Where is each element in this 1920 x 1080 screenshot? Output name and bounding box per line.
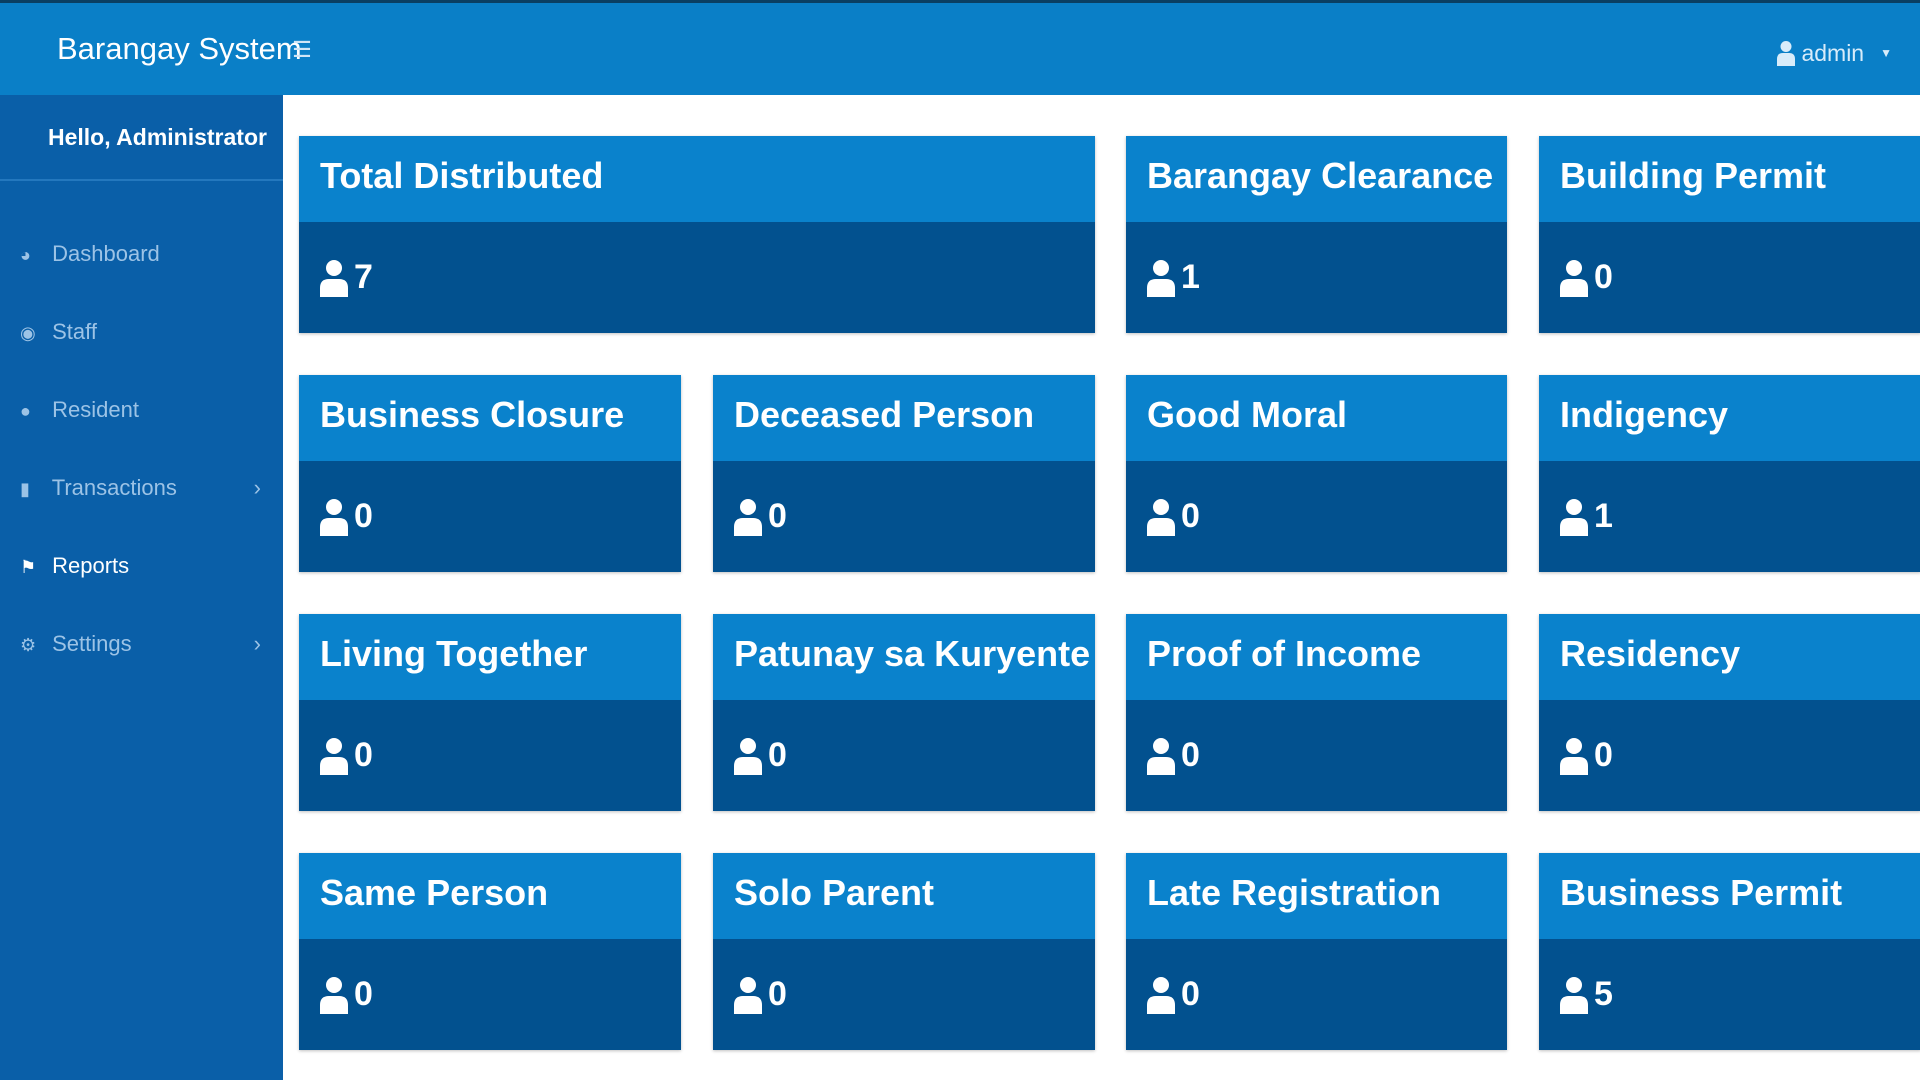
stat-card-barangay-clearance[interactable]: Barangay Clearance 1 — [1126, 136, 1507, 333]
stat-card-good-moral[interactable]: Good Moral 0 — [1126, 375, 1507, 572]
user-icon — [1560, 737, 1588, 775]
chevron-right-icon: › — [253, 631, 261, 656]
card-title: Deceased Person — [713, 375, 1095, 461]
user-icon — [320, 259, 348, 297]
stat-card-total-distributed[interactable]: Total Distributed 7 — [299, 136, 1095, 333]
card-title: Late Registration — [1126, 853, 1507, 939]
sidebar-item-label: Staff — [52, 319, 97, 344]
user-menu-dropdown[interactable]: admin ▼ — [1777, 37, 1892, 69]
card-count: 0 — [1181, 975, 1200, 1013]
dashboard-icon: ◕ — [20, 245, 31, 265]
sidebar-item-label: Reports — [52, 553, 130, 578]
user-icon — [734, 498, 762, 536]
stat-card-residency[interactable]: Residency 0 — [1539, 614, 1920, 811]
card-count: 7 — [354, 258, 373, 296]
card-count: 0 — [1181, 497, 1200, 535]
user-icon — [320, 976, 348, 1014]
card-title: Residency — [1539, 614, 1920, 700]
stat-card-proof-of-income[interactable]: Proof of Income 0 — [1126, 614, 1507, 811]
stat-card-late-registration[interactable]: Late Registration 0 — [1126, 853, 1507, 1050]
user-icon — [1560, 498, 1588, 536]
user-icon — [1147, 976, 1175, 1014]
user-icon — [1777, 41, 1796, 66]
stat-card-building-permit[interactable]: Building Permit 0 — [1539, 136, 1920, 333]
card-title: Indigency — [1539, 375, 1920, 461]
stat-card-patunay-sa-kuryente[interactable]: Patunay sa Kuryente 0 — [713, 614, 1095, 811]
card-title: Business Permit — [1539, 853, 1920, 939]
user-icon — [1560, 976, 1588, 1014]
gear-icon: ⚙ — [20, 635, 37, 655]
sidebar-item-label: Dashboard — [52, 241, 160, 266]
flag-icon: ⚑ — [20, 557, 37, 577]
card-title: Proof of Income — [1126, 614, 1507, 700]
stat-card-business-closure[interactable]: Business Closure 0 — [299, 375, 681, 572]
stat-card-same-person[interactable]: Same Person 0 — [299, 853, 681, 1050]
hamburger-icon[interactable]: ☰ — [290, 39, 314, 61]
card-count: 0 — [768, 975, 787, 1013]
user-name: admin — [1801, 40, 1865, 66]
card-count: 1 — [1181, 258, 1200, 296]
sidebar-item-label: Transactions — [51, 475, 177, 500]
sidebar-nav: ◕ Dashboard ◉ Staff ●​ Resident ▮ Transa… — [0, 215, 283, 683]
card-title: Total Distributed — [299, 136, 1095, 222]
card-count: 0 — [354, 497, 373, 535]
card-count: 0 — [1594, 258, 1613, 296]
user-icon — [1147, 737, 1175, 775]
stat-card-solo-parent[interactable]: Solo Parent 0 — [713, 853, 1095, 1050]
card-title: Business Closure — [299, 375, 681, 461]
caret-down-icon: ▼ — [1880, 46, 1892, 60]
stat-card-business-permit[interactable]: Business Permit 5 — [1539, 853, 1920, 1050]
brand-title[interactable]: Barangay System — [57, 3, 302, 95]
sidebar: Hello, Administrator ◕ Dashboard ◉ Staff… — [0, 95, 283, 1080]
sidebar-item-dashboard[interactable]: ◕ Dashboard — [0, 215, 283, 293]
chevron-right-icon: › — [253, 475, 261, 500]
user-icon — [320, 737, 348, 775]
sidebar-item-label: Resident — [52, 397, 139, 422]
user-icon — [734, 737, 762, 775]
card-title: Same Person — [299, 853, 681, 939]
greeting: Hello, Administrator — [0, 95, 283, 181]
stat-card-living-together[interactable]: Living Together 0 — [299, 614, 681, 811]
user-circle-icon: ◉ — [20, 323, 36, 343]
card-count: 0 — [354, 975, 373, 1013]
users-icon: ●​ — [20, 401, 31, 421]
sidebar-item-resident[interactable]: ●​ Resident — [0, 371, 283, 449]
card-title: Patunay sa Kuryente — [713, 614, 1095, 700]
card-title: Good Moral — [1126, 375, 1507, 461]
card-count: 0 — [1181, 736, 1200, 774]
card-count: 0 — [768, 497, 787, 535]
sidebar-item-transactions[interactable]: ▮ Transactions › — [0, 449, 283, 527]
sidebar-item-label: Settings — [52, 631, 132, 656]
card-title: Solo Parent — [713, 853, 1095, 939]
sidebar-item-staff[interactable]: ◉ Staff — [0, 293, 283, 371]
user-icon — [1560, 259, 1588, 297]
sidebar-item-settings[interactable]: ⚙ Settings › — [0, 605, 283, 683]
user-icon — [734, 976, 762, 1014]
user-icon — [320, 498, 348, 536]
sidebar-item-reports[interactable]: ⚑ Reports — [0, 527, 283, 605]
user-icon — [1147, 259, 1175, 297]
card-count: 0 — [768, 736, 787, 774]
stat-card-deceased-person[interactable]: Deceased Person 0 — [713, 375, 1095, 572]
card-title: Barangay Clearance — [1126, 136, 1507, 222]
card-title: Living Together — [299, 614, 681, 700]
card-count: 0 — [1594, 736, 1613, 774]
card-count: 0 — [354, 736, 373, 774]
card-count: 1 — [1594, 497, 1613, 535]
top-navbar: Barangay System ☰ admin ▼ — [0, 0, 1920, 95]
card-title: Building Permit — [1539, 136, 1920, 222]
stat-card-indigency[interactable]: Indigency 1 — [1539, 375, 1920, 572]
file-icon: ▮ — [20, 479, 30, 499]
card-count: 5 — [1594, 975, 1613, 1013]
user-icon — [1147, 498, 1175, 536]
